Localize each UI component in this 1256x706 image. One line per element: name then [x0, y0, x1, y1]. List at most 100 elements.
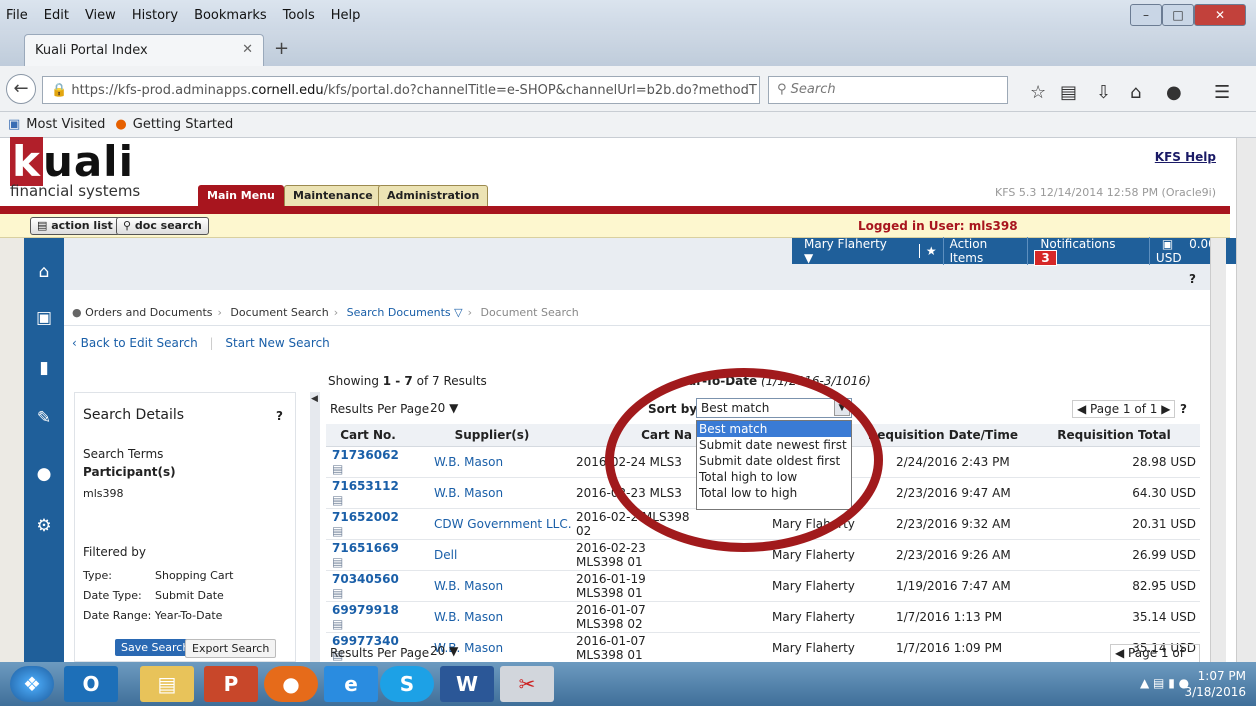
menu-edit[interactable]: Edit	[44, 8, 69, 23]
tab-maintenance[interactable]: Maintenance	[284, 185, 382, 206]
tray-icons[interactable]: ▲ ▤ ▮ ●	[1140, 676, 1189, 690]
browser-tab[interactable]: Kuali Portal Index ✕	[24, 34, 264, 66]
view-document-icon[interactable]: ▤	[332, 493, 343, 507]
menu-tools[interactable]: Tools	[283, 8, 315, 23]
explorer-icon[interactable]: ▤	[140, 666, 194, 702]
view-document-icon[interactable]: ▤	[332, 524, 343, 538]
search-details-help[interactable]: ?	[276, 409, 283, 423]
sort-option-low-high[interactable]: Total low to high	[697, 485, 851, 501]
prev-page-bottom-icon[interactable]: ◀	[1115, 646, 1128, 660]
save-search-button[interactable]: Save Search	[115, 639, 196, 656]
skype-icon[interactable]: S	[380, 666, 434, 702]
action-items-link[interactable]: Action Items	[942, 237, 1028, 265]
supplier-link[interactable]: W.B. Mason	[434, 579, 503, 593]
col-req-total[interactable]: Requisition Total	[1028, 424, 1200, 447]
new-tab-icon[interactable]: +	[274, 38, 289, 59]
url-bar[interactable]: 🔒 https://kfs-prod.adminapps.cornell.edu…	[42, 76, 760, 104]
home-nav-icon[interactable]: ⌂	[24, 262, 64, 282]
supplier-link[interactable]: W.B. Mason	[434, 610, 503, 624]
breadcrumb-orders[interactable]: Orders and Documents	[85, 306, 212, 319]
cart-number-link[interactable]: 71736062	[332, 448, 399, 462]
sort-option-high-low[interactable]: Total high to low	[697, 469, 851, 485]
start-new-search-link[interactable]: Start New Search	[225, 336, 329, 350]
settings-nav-icon[interactable]: ⚙	[24, 516, 64, 536]
tab-main-menu[interactable]: Main Menu	[198, 185, 284, 206]
doc-search-button[interactable]: ⚲ doc search	[116, 217, 209, 235]
col-req-date[interactable]: Requisition Date/Time	[858, 424, 1028, 447]
view-document-icon[interactable]: ▤	[332, 617, 343, 631]
cart-number-link[interactable]: 70340560	[332, 572, 399, 586]
inner-scrollbar[interactable]	[1210, 238, 1226, 662]
breadcrumb-search-documents[interactable]: Search Documents	[347, 306, 451, 319]
powerpoint-icon[interactable]: P	[204, 666, 258, 702]
panel-splitter[interactable]: ◀	[310, 392, 320, 662]
menu-help[interactable]: Help	[331, 8, 361, 23]
table-row[interactable]: 71651669 ▤ Dell 2016-02-23 MLS398 01 Mary F…	[326, 539, 1200, 571]
outlook-icon[interactable]: O	[64, 666, 118, 702]
sort-option-oldest[interactable]: Submit date oldest first	[697, 453, 851, 469]
cart-nav-icon[interactable]: ▣	[24, 308, 64, 328]
home-icon[interactable]: ⌂	[1130, 82, 1141, 103]
sort-option-best-match[interactable]: Best match	[697, 421, 851, 437]
collapse-arrow-icon[interactable]: ◀	[311, 394, 318, 404]
export-search-button[interactable]: Export Search	[185, 639, 277, 658]
edit-nav-icon[interactable]: ✎	[24, 408, 64, 428]
per-page-select[interactable]: 20 ▼	[428, 400, 476, 418]
browser-search-input[interactable]: ⚲ Search	[768, 76, 1008, 104]
next-page-icon[interactable]: ▶	[1157, 402, 1170, 416]
col-supplier[interactable]: Supplier(s)	[410, 424, 574, 447]
bookmark-most-visited[interactable]: Most Visited	[26, 117, 105, 132]
table-row[interactable]: 70340560 ▤ W.B. Mason 2016-01-19 MLS398 01…	[326, 570, 1200, 602]
notifications-link[interactable]: Notifications 3	[1027, 237, 1149, 266]
supplier-link[interactable]: W.B. Mason	[434, 455, 503, 469]
prev-page-icon[interactable]: ◀	[1077, 402, 1090, 416]
back-arrow-icon[interactable]: ←	[6, 74, 36, 104]
page-scrollbar[interactable]	[1236, 138, 1256, 662]
firefox-icon[interactable]: ●	[264, 666, 318, 702]
internet-explorer-icon[interactable]: e	[324, 666, 378, 702]
cart-number-link[interactable]: 71651669	[332, 541, 399, 555]
clock[interactable]: 1:07 PM 3/18/2016	[1184, 668, 1246, 700]
close-window-button[interactable]: ✕	[1194, 4, 1246, 26]
per-page-select-bottom[interactable]: 20 ▼	[430, 644, 458, 658]
sort-option-newest[interactable]: Submit date newest first	[697, 437, 851, 453]
action-list-button[interactable]: ▤ action list	[30, 217, 120, 235]
view-document-icon[interactable]: ▤	[332, 555, 343, 569]
reading-list-icon[interactable]: ▤	[1060, 82, 1077, 103]
maximize-button[interactable]: □	[1162, 4, 1194, 26]
minimize-button[interactable]: –	[1130, 4, 1162, 26]
download-icon[interactable]: ⇩	[1096, 82, 1111, 103]
cart-number-link[interactable]: 71652002	[332, 510, 399, 524]
lock-nav-icon[interactable]: ●	[24, 464, 64, 484]
sort-select[interactable]: Best match ▼	[696, 398, 852, 418]
breadcrumb-document-search[interactable]: Document Search	[230, 306, 328, 319]
supplier-link[interactable]: Dell	[434, 548, 457, 562]
menu-history[interactable]: History	[132, 8, 178, 23]
chat-icon[interactable]: ●	[1166, 82, 1182, 103]
cart-number-link[interactable]: 69979918	[332, 603, 399, 617]
snipping-tool-icon[interactable]: ✂	[500, 666, 554, 702]
menu-bookmarks[interactable]: Bookmarks	[194, 8, 267, 23]
tab-administration[interactable]: Administration	[378, 185, 489, 206]
kfs-help-link[interactable]: KFS Help	[1155, 150, 1216, 164]
bookmark-getting-started[interactable]: Getting Started	[133, 117, 234, 132]
col-cart-no[interactable]: Cart No.	[326, 424, 410, 447]
results-help[interactable]: ?	[1180, 402, 1187, 416]
cart-number-link[interactable]: 71653112	[332, 479, 399, 493]
favorites-star-icon[interactable]: ★	[918, 244, 943, 258]
view-document-icon[interactable]: ▤	[332, 586, 343, 600]
close-tab-icon[interactable]: ✕	[242, 42, 253, 57]
menu-file[interactable]: File	[6, 8, 28, 23]
view-document-icon[interactable]: ▤	[332, 462, 343, 476]
table-row[interactable]: 69979918 ▤ W.B. Mason 2016-01-07 MLS398 02…	[326, 601, 1200, 633]
caret-icon[interactable]: ▽	[451, 306, 462, 319]
menu-view[interactable]: View	[85, 8, 116, 23]
supplier-link[interactable]: W.B. Mason	[434, 486, 503, 500]
sort-caret-icon[interactable]: ▼	[834, 400, 850, 416]
start-button[interactable]: ❖	[10, 666, 54, 702]
table-row[interactable]: 71652002 ▤ CDW Government LLC. 2016-02-2 M…	[326, 508, 1200, 540]
back-to-edit-search-link[interactable]: Back to Edit Search	[81, 336, 198, 350]
col-cart-name[interactable]: Cart Na	[574, 424, 698, 447]
documents-nav-icon[interactable]: ▮	[24, 358, 64, 378]
user-menu[interactable]: Mary Flaherty ▼	[792, 237, 919, 265]
